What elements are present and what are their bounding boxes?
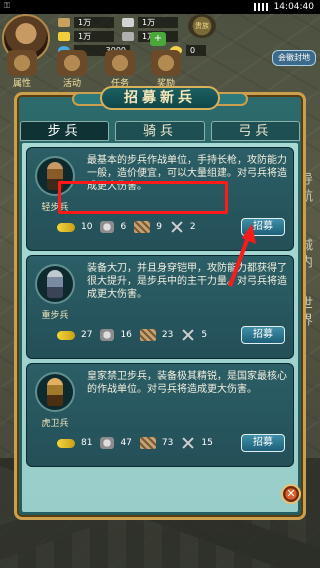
unit-costs: 27 16 23 5 [57, 326, 215, 344]
title-ornament-right [216, 92, 248, 106]
unit-description: 皇家禁卫步兵，装备极其精锐，是国家最核心的作战单位。对弓兵将造成更大伤害。 [87, 371, 287, 395]
resource-bar: 1万 1万 1万 1万 3000 + 0 贵族 [0, 14, 320, 62]
soldier-icon [47, 378, 63, 406]
unit-costs: 10 6 9 2 [57, 218, 204, 236]
weapon-icon [181, 436, 195, 450]
lock-icon: ⚿ [4, 1, 11, 10]
food-cost: 81 [81, 438, 93, 448]
menu-label: 活动 [62, 79, 81, 89]
weapon-icon [122, 31, 134, 41]
iron-cost: 6 [120, 222, 127, 232]
food-icon [57, 330, 75, 340]
menu-item-attributes[interactable]: 属性 [2, 48, 42, 90]
food-icon [58, 31, 70, 41]
resource-iron: 1万 [122, 16, 178, 28]
tab-infantry[interactable]: 步兵 [20, 121, 110, 141]
wood-cost: 9 [156, 222, 162, 232]
unit-tabs: 步兵 骑兵 弓兵 [20, 121, 300, 141]
iron-cost: 47 [120, 438, 132, 448]
guild-territory-button[interactable]: 会徽封地 [272, 50, 316, 66]
wood-value: 1万 [74, 16, 114, 28]
weapon-cost: 15 [201, 438, 213, 448]
menu-item-rewards[interactable]: 奖励 [146, 48, 186, 90]
food-cost: 10 [81, 222, 93, 232]
soldier-icon [47, 270, 63, 298]
tab-archers[interactable]: 弓兵 [210, 121, 300, 141]
status-time: 14:04:40 [273, 2, 314, 12]
wood-icon [134, 221, 151, 233]
attributes-icon [7, 50, 37, 76]
wood-icon [58, 17, 70, 27]
food-icon [57, 222, 75, 232]
wood-icon [139, 329, 156, 341]
recruit-button[interactable]: 招募 [241, 326, 285, 344]
iron-icon [100, 437, 115, 449]
weapon-icon [170, 220, 184, 234]
tasks-icon [105, 50, 135, 76]
annotation-arrow-icon [228, 224, 256, 287]
wood-cost: 73 [161, 438, 174, 448]
panel-title: 招募新兵 [100, 86, 220, 110]
menu-item-tasks[interactable]: 任务 [100, 48, 140, 90]
vip-badge[interactable]: 贵族 [188, 14, 216, 38]
iron-value: 1万 [138, 16, 178, 28]
close-icon[interactable]: ✕ [281, 484, 301, 504]
iron-cost: 16 [120, 330, 132, 340]
unit-card-tiger-guard: 虎卫兵 皇家禁卫步兵，装备极其精锐，是国家最核心的作战单位。对弓兵将造成更大伤害… [26, 363, 294, 467]
iron-icon [122, 17, 134, 27]
food-icon [57, 438, 75, 448]
food-value: 1万 [74, 30, 114, 42]
resource-food: 1万 [58, 30, 114, 42]
tiger-guard-portrait [35, 372, 75, 412]
iron-icon [100, 221, 115, 233]
menu-label: 属性 [12, 79, 31, 89]
weapon-cost: 2 [189, 222, 196, 232]
recruit-button[interactable]: 招募 [241, 434, 285, 452]
heavy-infantry-portrait [35, 264, 75, 304]
wood-cost: 23 [161, 330, 174, 340]
unit-name: 重步兵 [41, 311, 69, 321]
signal-icon [253, 3, 268, 11]
add-gold-button[interactable]: + [150, 32, 166, 46]
events-icon [57, 50, 87, 76]
cost-highlight-box [58, 181, 228, 214]
weapon-icon [181, 328, 195, 342]
status-bar: ⚿ 14:04:40 [0, 0, 320, 14]
tab-cavalry[interactable]: 骑兵 [115, 121, 205, 141]
resource-wood: 1万 [58, 16, 114, 28]
wood-icon [139, 437, 156, 449]
unit-costs: 81 47 73 15 [57, 434, 221, 452]
iron-icon [100, 329, 115, 341]
food-cost: 27 [81, 330, 93, 340]
rewards-icon [151, 50, 181, 76]
menu-item-events[interactable]: 活动 [52, 48, 92, 90]
unit-name: 虎卫兵 [41, 419, 69, 429]
weapon-cost: 5 [201, 330, 208, 340]
